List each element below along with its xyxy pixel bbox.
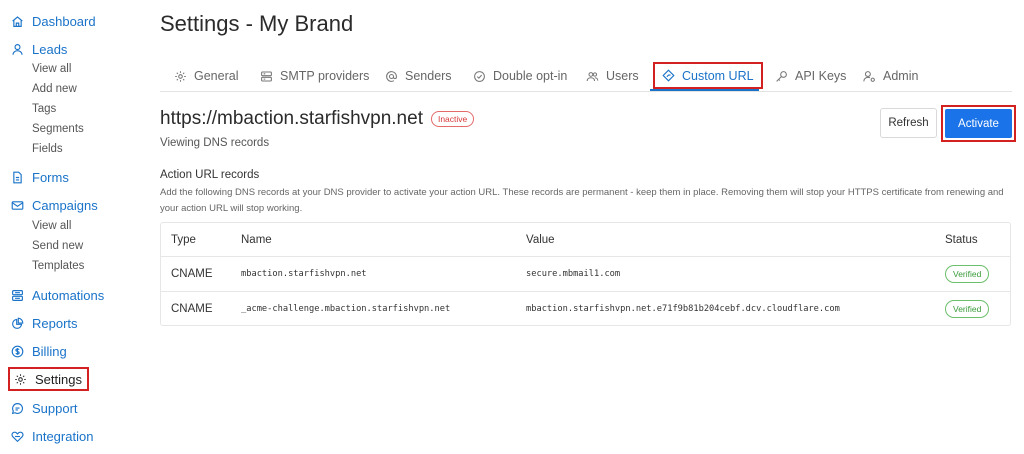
sidebar-item-reports[interactable]: Reports xyxy=(10,314,78,332)
sidebar-item-label: Integration xyxy=(32,428,94,444)
integration-icon xyxy=(10,429,24,443)
active-tab-indicator xyxy=(650,89,759,91)
sidebar-subitem-campaigns-templates[interactable]: Templates xyxy=(32,259,84,273)
sidebar-subitem-leads-add-new[interactable]: Add new xyxy=(32,82,77,96)
column-header-name: Name xyxy=(241,233,272,246)
tab-senders[interactable]: Senders xyxy=(385,62,452,90)
tab-label: Double opt-in xyxy=(493,69,568,83)
sidebar-item-dashboard[interactable]: Dashboard xyxy=(10,12,96,30)
tab-smtp-providers[interactable]: SMTP providers xyxy=(260,62,369,90)
person-icon xyxy=(10,42,24,56)
sidebar-item-label: Support xyxy=(32,400,78,416)
record-status: Verified xyxy=(945,292,990,326)
record-name: _acme-challenge.mbaction.starfishvpn.net xyxy=(241,304,451,314)
tab-label: SMTP providers xyxy=(280,69,370,83)
domain-subtitle: Viewing DNS records xyxy=(160,137,270,149)
envelope-icon xyxy=(10,198,24,212)
gear-icon xyxy=(174,70,187,83)
sidebar-item-label: Automations xyxy=(32,287,105,303)
record-type: CNAME xyxy=(171,268,213,280)
sidebar-item-integration[interactable]: Integration xyxy=(10,427,93,445)
refresh-button[interactable]: Refresh xyxy=(880,108,937,138)
table-row: CNAME _acme-challenge.mbaction.starfishv… xyxy=(161,292,1010,326)
tab-label: General xyxy=(194,69,239,83)
status-badge-verified: Verified xyxy=(945,300,990,318)
sidebar-item-label: Settings xyxy=(35,371,82,387)
at-icon xyxy=(385,70,398,83)
table-header-row: Type Name Value Status xyxy=(161,223,1010,257)
tab-double-opt-in[interactable]: Double opt-in xyxy=(473,62,567,90)
domain-url: https://mbaction.starfishvpn.net xyxy=(160,108,423,129)
sidebar-item-label: Dashboard xyxy=(32,13,96,29)
column-header-value: Value xyxy=(526,233,555,246)
pie-chart-icon xyxy=(10,316,24,330)
page-title: Settings - My Brand xyxy=(160,11,354,36)
sidebar-item-billing[interactable]: Billing xyxy=(10,342,67,360)
domain-heading: https://mbaction.starfishvpn.net Inactiv… xyxy=(160,108,475,130)
tab-label: Users xyxy=(606,69,639,83)
tab-admin[interactable]: Admin xyxy=(863,62,918,90)
diamond-icon xyxy=(662,69,675,82)
tab-label: Admin xyxy=(883,69,919,83)
tab-label: Custom URL xyxy=(682,68,754,83)
sidebar-item-label: Leads xyxy=(32,41,68,57)
table-row: CNAME mbaction.starfishvpn.net secure.mb… xyxy=(161,257,1010,292)
sidebar-item-forms[interactable]: Forms xyxy=(10,168,69,186)
sidebar: Dashboard Leads View all Add new Tags Se… xyxy=(0,0,140,454)
activate-button[interactable]: Activate xyxy=(945,109,1012,138)
sidebar-item-settings[interactable]: Settings xyxy=(8,367,89,391)
sidebar-subitem-leads-segments[interactable]: Segments xyxy=(32,122,84,136)
users-icon xyxy=(586,70,599,83)
dollar-icon xyxy=(10,344,24,358)
sidebar-subitem-leads-view-all[interactable]: View all xyxy=(32,62,71,76)
tab-custom-url[interactable]: Custom URL xyxy=(653,62,763,89)
sidebar-item-label: Forms xyxy=(32,169,69,185)
activate-highlight: Activate xyxy=(941,105,1016,142)
key-icon xyxy=(775,70,788,83)
tab-api-keys[interactable]: API Keys xyxy=(775,62,846,90)
tab-users[interactable]: Users xyxy=(586,62,639,90)
tab-general[interactable]: General xyxy=(174,62,238,90)
document-icon xyxy=(10,170,24,184)
status-badge-inactive: Inactive xyxy=(430,111,475,127)
sidebar-item-campaigns[interactable]: Campaigns xyxy=(10,196,98,214)
sidebar-subitem-campaigns-view-all[interactable]: View all xyxy=(32,219,71,233)
record-status: Verified xyxy=(945,257,990,291)
settings-tabs: General SMTP providers Senders Double op… xyxy=(160,62,1012,92)
record-value: secure.mbmail1.com xyxy=(526,269,621,279)
sidebar-subitem-campaigns-send-new[interactable]: Send new xyxy=(32,239,83,253)
section-description: Add the following DNS records at your DN… xyxy=(160,187,1004,214)
sidebar-item-label: Campaigns xyxy=(32,197,98,213)
admin-icon xyxy=(863,70,876,83)
sidebar-item-leads[interactable]: Leads xyxy=(10,40,67,58)
sidebar-item-automations[interactable]: Automations xyxy=(10,286,104,304)
sidebar-subitem-leads-tags[interactable]: Tags xyxy=(32,102,56,116)
check-circle-icon xyxy=(473,70,486,83)
tab-label: API Keys xyxy=(795,69,847,83)
record-type: CNAME xyxy=(171,303,213,315)
column-header-type: Type xyxy=(171,233,196,246)
sidebar-subitem-leads-fields[interactable]: Fields xyxy=(32,142,63,156)
sidebar-item-label: Reports xyxy=(32,315,78,331)
status-badge-verified: Verified xyxy=(945,265,990,283)
dns-records-table: Type Name Value Status CNAME mbaction.st… xyxy=(160,222,1011,326)
sidebar-item-support[interactable]: Support xyxy=(10,399,78,417)
server-icon xyxy=(260,70,273,83)
home-icon xyxy=(10,14,24,28)
gear-icon xyxy=(13,372,27,386)
record-name: mbaction.starfishvpn.net xyxy=(241,269,367,279)
sidebar-item-label: Billing xyxy=(32,343,67,359)
record-value: mbaction.starfishvpn.net.e71f9b81b204ceb… xyxy=(526,304,840,314)
section-title: Action URL records xyxy=(160,169,260,181)
tab-label: Senders xyxy=(405,69,452,83)
column-header-status: Status xyxy=(945,233,978,246)
chat-icon xyxy=(10,401,24,415)
automation-icon xyxy=(10,288,24,302)
